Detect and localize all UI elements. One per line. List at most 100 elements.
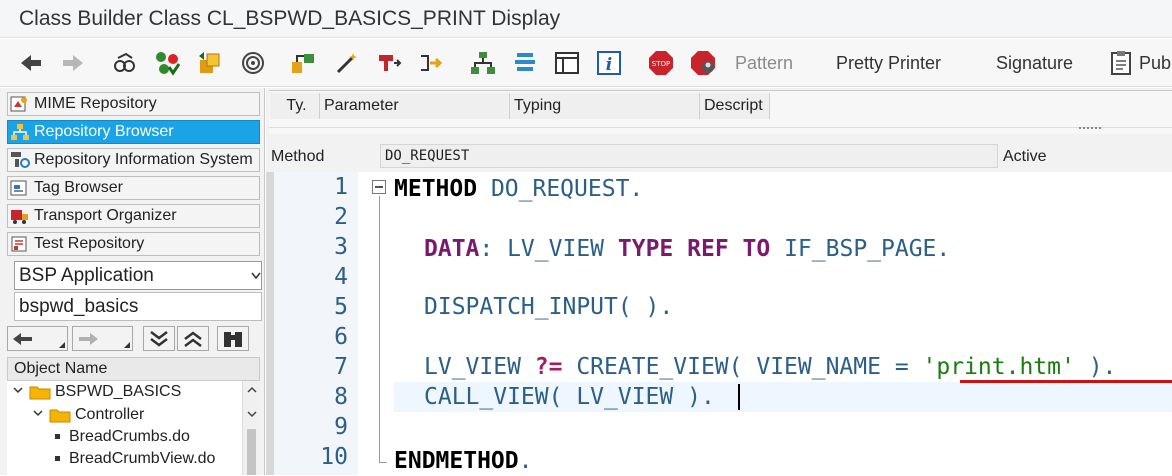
tree-item-breadcrumbview-do[interactable]: BreadCrumbView.do	[55, 448, 245, 470]
pattern-button[interactable]: Pattern	[735, 51, 793, 75]
expand-down-button[interactable]	[143, 326, 175, 351]
bullet-icon	[55, 434, 60, 439]
method-row: Method DO_REQUEST Active	[266, 143, 1172, 170]
line-number: 8	[334, 384, 348, 410]
method-name-field[interactable]: DO_REQUEST	[380, 144, 998, 168]
nav-test-repository[interactable]: Test Repository	[7, 232, 260, 256]
tree-item-label: BreadCrumbView.do	[69, 450, 216, 467]
dropdown-corner-icon	[59, 342, 65, 348]
code-text: .	[518, 448, 533, 474]
other-object-icon[interactable]	[112, 50, 138, 76]
binoculars-icon	[224, 332, 242, 347]
scrollbar-thumb[interactable]	[247, 429, 256, 475]
forward-icon[interactable]	[60, 50, 86, 76]
check-icon[interactable]	[154, 50, 180, 76]
history-forward-button[interactable]	[72, 326, 133, 351]
chevron-down-icon[interactable]	[13, 385, 23, 395]
double-chevron-up-icon	[184, 331, 202, 347]
chevron-down-icon[interactable]	[33, 408, 43, 418]
stop-icon[interactable]: STOP	[648, 50, 674, 76]
col-type[interactable]: Ty.	[270, 93, 320, 119]
col-typing[interactable]: Typing	[510, 93, 700, 119]
keyword-data: DATA	[424, 236, 480, 262]
folder-icon	[29, 386, 51, 400]
line-number: 1	[334, 174, 348, 200]
nav-tag-browser-label: Tag Browser	[34, 179, 123, 196]
code-text: CREATE_VIEW( VIEW_NAME =	[562, 354, 923, 380]
nav-mime-repository-label: MIME Repository	[34, 95, 157, 112]
fold-guide-end	[379, 462, 387, 463]
stop-user-icon[interactable]	[690, 50, 716, 76]
nav-repository-browser[interactable]: Repository Browser	[7, 120, 260, 144]
keyword-ref: REF	[687, 236, 729, 262]
line-number: 9	[334, 414, 348, 440]
nav-mime-repository[interactable]: MIME Repository	[7, 92, 260, 116]
nav-tag-browser[interactable]: Tag Browser	[7, 176, 260, 200]
chevron-down-icon[interactable]	[246, 409, 258, 419]
nav-repository-information-system[interactable]: Repository Information System	[7, 148, 260, 172]
parameter-table: Ty. Parameter Typing Descript	[269, 90, 1172, 134]
tree-item-label: BSPWD_BASICS	[55, 383, 182, 400]
code-line-10: ENDMETHOD.	[394, 446, 532, 476]
back-icon[interactable]	[18, 50, 44, 76]
window-title: Class Builder Class CL_BSPWD_BASICS_PRIN…	[0, 0, 1172, 38]
collapse-up-button[interactable]	[177, 326, 209, 351]
resize-grip-icon[interactable]	[1079, 126, 1101, 132]
fold-guide	[379, 196, 380, 462]
code-line-7: LV_VIEW ?= CREATE_VIEW( VIEW_NAME = 'pri…	[424, 352, 1116, 382]
col-parameter[interactable]: Parameter	[320, 93, 510, 119]
signature-button[interactable]: Signature	[996, 51, 1073, 75]
method-label: Method	[271, 148, 325, 165]
col-description[interactable]: Descript	[700, 93, 770, 119]
tree-item-bspwd-basics[interactable]: BSPWD_BASICS	[13, 381, 243, 403]
navigation-icon[interactable]	[418, 50, 444, 76]
fold-toggle[interactable]	[372, 180, 386, 194]
code-text: DO_REQUEST.	[477, 176, 644, 202]
tree-item-controller[interactable]: Controller	[33, 404, 243, 426]
keyword-endmethod: ENDMETHOD	[394, 448, 519, 474]
line-number-gutter: 1 2 3 4 5 6 7 8 9 10	[274, 172, 358, 475]
code-text: IF_BSP_PAGE.	[770, 236, 951, 262]
tree-header-object-name: Object Name	[7, 357, 260, 381]
mime-icon	[10, 96, 27, 112]
info-system-icon	[11, 152, 30, 168]
history-back-button[interactable]	[7, 326, 68, 351]
code-text: : LV_VIEW	[479, 236, 618, 262]
tree-item-label: Controller	[75, 406, 145, 423]
display-object-icon[interactable]	[376, 50, 402, 76]
stack-icon[interactable]	[512, 50, 538, 76]
line-number: 3	[334, 234, 348, 260]
keyword-to: TO	[742, 236, 771, 262]
document-icon[interactable]	[554, 50, 580, 76]
tree-item-breadcrumbs-do[interactable]: BreadCrumbs.do	[55, 426, 245, 448]
object-type-value: BSP Application	[19, 265, 154, 286]
line-number: 7	[334, 354, 348, 380]
tree-scrollbar[interactable]	[242, 381, 260, 475]
string-literal: 'print.htm'	[922, 354, 1075, 380]
binoculars-button[interactable]	[217, 326, 249, 351]
code-line-5: DISPATCH_INPUT( ).	[424, 294, 674, 320]
pretty-printer-button[interactable]: Pretty Printer	[836, 51, 941, 75]
chevron-down-icon[interactable]	[251, 262, 261, 289]
parameter-table-footer	[269, 127, 1172, 135]
object-list-icon[interactable]	[290, 50, 316, 76]
transport-icon	[11, 210, 28, 224]
pub-button[interactable]: Pub	[1139, 51, 1171, 75]
test-repository-icon	[11, 236, 27, 252]
line-number: 6	[334, 324, 348, 350]
line-number: 2	[334, 204, 348, 230]
nav-transport-organizer[interactable]: Transport Organizer	[7, 204, 260, 228]
where-used-icon[interactable]	[240, 50, 266, 76]
keyword-method: METHOD	[394, 176, 478, 202]
chevron-up-icon[interactable]	[246, 385, 258, 395]
object-name-input[interactable]: bspwd_basics	[14, 292, 262, 321]
object-type-select[interactable]: BSP Application	[14, 261, 262, 290]
activate-icon[interactable]	[196, 50, 222, 76]
info-icon[interactable]: i	[596, 50, 622, 76]
nav-repository-browser-label: Repository Browser	[34, 123, 174, 140]
code-line-3: DATA: LV_VIEW TYPE REF TO IF_BSP_PAGE.	[424, 234, 950, 264]
wand-icon[interactable]	[334, 50, 360, 76]
code-editor[interactable]: 1 2 3 4 5 6 7 8 9 10 METHOD DO_REQUEST. …	[266, 172, 1172, 475]
red-underline-annotation	[960, 380, 1172, 383]
hierarchy-icon[interactable]	[470, 50, 496, 76]
